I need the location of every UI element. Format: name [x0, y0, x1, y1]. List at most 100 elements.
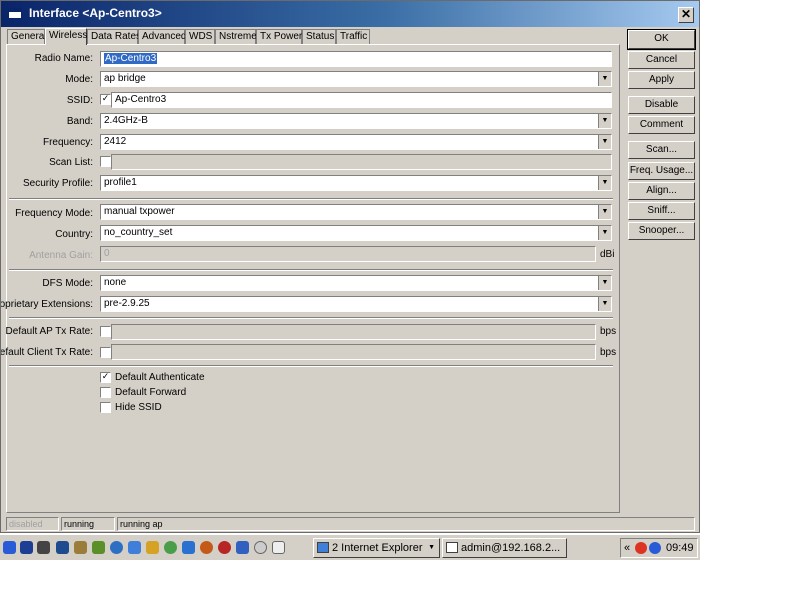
quicklaunch-people-icon[interactable] — [182, 541, 195, 554]
quicklaunch-app-icon[interactable] — [236, 541, 249, 554]
tray-expand-button[interactable]: « — [624, 539, 630, 557]
quicklaunch-browser-icon[interactable] — [3, 541, 16, 554]
divider — [9, 365, 613, 367]
radio-name-label: Radio Name: — [34, 53, 93, 64]
quicklaunch-download-icon[interactable] — [56, 541, 69, 554]
chevron-down-icon: ▼ — [598, 114, 611, 128]
clock[interactable]: 09:49 — [666, 539, 694, 557]
quicklaunch-tool-icon[interactable] — [74, 541, 87, 554]
quicklaunch-firefox-icon[interactable] — [200, 541, 213, 554]
band-label: Band: — [66, 116, 93, 127]
tab-status[interactable]: Status — [302, 29, 336, 44]
default-client-tx-rate-label: Default Client Tx Rate: — [0, 347, 93, 358]
apply-button[interactable]: Apply — [628, 71, 695, 89]
dfs-mode-label: DFS Mode: — [42, 278, 93, 289]
taskbar: 2 Internet Explorer ▼ admin@192.168.2...… — [0, 534, 700, 560]
mode-select[interactable]: ap bridge ▼ — [100, 71, 612, 87]
divider — [9, 269, 613, 271]
align-button[interactable]: Align... — [628, 182, 695, 200]
ssid-input[interactable]: Ap-Centro3 — [111, 92, 612, 108]
tab-traffic[interactable]: Traffic — [336, 29, 370, 44]
taskbar-terminal-button[interactable]: admin@192.168.2... — [442, 538, 567, 558]
window-app-icon — [8, 8, 22, 19]
quicklaunch-messenger-icon[interactable] — [164, 541, 177, 554]
freq-usage-button[interactable]: Freq. Usage... — [628, 162, 695, 180]
interface-window: Interface <Ap-Centro3> ✕ General Wireles… — [0, 0, 700, 533]
divider — [9, 317, 613, 319]
disable-button[interactable]: Disable — [628, 96, 695, 114]
window-icon — [446, 542, 458, 553]
chevron-down-icon: ▼ — [598, 176, 611, 190]
quicklaunch-clock-icon[interactable] — [254, 541, 267, 554]
default-authenticate-label: Default Authenticate — [115, 372, 205, 383]
ssid-checkbox[interactable]: ✓ — [100, 94, 111, 105]
chevron-down-icon: ▼ — [598, 135, 611, 149]
default-ap-tx-rate-input[interactable] — [111, 324, 596, 340]
band-select[interactable]: 2.4GHz-B ▼ — [100, 113, 612, 129]
tab-advanced[interactable]: Advanced — [138, 29, 186, 44]
antenna-gain-label: Antenna Gain: — [29, 250, 93, 261]
tab-data-rates[interactable]: Data Rates — [87, 29, 141, 44]
tab-wireless[interactable]: Wireless — [45, 28, 87, 45]
scan-button[interactable]: Scan... — [628, 141, 695, 159]
chevron-down-icon: ▼ — [598, 72, 611, 86]
security-profile-select[interactable]: profile1 ▼ — [100, 175, 612, 191]
title-bar[interactable]: Interface <Ap-Centro3> ✕ — [1, 1, 699, 27]
chevron-down-icon: ▼ — [428, 544, 435, 551]
proprietary-extensions-label: Proprietary Extensions: — [0, 299, 93, 310]
mode-label: Mode: — [65, 74, 93, 85]
status-disabled: disabled — [6, 517, 59, 531]
window-title: Interface <Ap-Centro3> — [29, 6, 162, 20]
default-client-tx-rate-checkbox[interactable] — [100, 347, 111, 358]
quicklaunch-ie-icon[interactable] — [128, 541, 141, 554]
radio-name-input[interactable]: Ap-Centro3 — [100, 51, 612, 67]
quicklaunch-media-icon[interactable] — [218, 541, 231, 554]
taskbar-ie-group-button[interactable]: 2 Internet Explorer ▼ — [313, 538, 440, 558]
chevron-down-icon: ▼ — [598, 276, 611, 290]
security-icon[interactable] — [649, 542, 661, 554]
tab-tx-power[interactable]: Tx Power — [256, 29, 302, 44]
country-select[interactable]: no_country_set ▼ — [100, 225, 612, 241]
comment-button[interactable]: Comment — [628, 116, 695, 134]
default-forward-label: Default Forward — [115, 387, 187, 398]
ie-icon — [317, 542, 329, 553]
close-button[interactable]: ✕ — [678, 7, 694, 23]
sniff-button[interactable]: Sniff... — [628, 202, 695, 220]
network-status-icon[interactable] — [635, 542, 647, 554]
default-client-tx-rate-input[interactable] — [111, 344, 596, 360]
quicklaunch-globe-icon[interactable] — [110, 541, 123, 554]
default-client-tx-rate-unit: bps — [600, 347, 617, 358]
quicklaunch-plant-icon[interactable] — [92, 541, 105, 554]
divider — [9, 198, 613, 200]
frequency-select[interactable]: 2412 ▼ — [100, 134, 612, 150]
hide-ssid-checkbox[interactable] — [100, 402, 111, 413]
tab-nstreme[interactable]: Nstreme — [215, 29, 257, 44]
tab-general[interactable]: General — [7, 29, 47, 44]
default-authenticate-checkbox[interactable]: ✓ — [100, 372, 111, 383]
default-ap-tx-rate-label: Default AP Tx Rate: — [5, 326, 93, 337]
scan-list-input[interactable] — [111, 154, 612, 170]
ok-button[interactable]: OK — [627, 29, 696, 50]
chevron-down-icon: ▼ — [598, 205, 611, 219]
quicklaunch-smiley-icon[interactable] — [146, 541, 159, 554]
security-profile-label: Security Profile: — [22, 178, 93, 189]
frequency-label: Frequency: — [42, 137, 93, 148]
quicklaunch-terminal-icon[interactable] — [37, 541, 50, 554]
quicklaunch-network-icon[interactable] — [20, 541, 33, 554]
scan-list-checkbox[interactable] — [100, 156, 111, 167]
default-ap-tx-rate-unit: bps — [600, 326, 617, 337]
default-forward-checkbox[interactable] — [100, 387, 111, 398]
quicklaunch-desktop-icon[interactable] — [272, 541, 285, 554]
default-ap-tx-rate-checkbox[interactable] — [100, 326, 111, 337]
dfs-mode-select[interactable]: none ▼ — [100, 275, 612, 291]
tab-wds[interactable]: WDS — [185, 29, 215, 44]
snooper-button[interactable]: Snooper... — [628, 222, 695, 240]
frequency-mode-label: Frequency Mode: — [15, 208, 93, 219]
chevron-down-icon: ▼ — [598, 226, 611, 240]
proprietary-extensions-select[interactable]: pre-2.9.25 ▼ — [100, 296, 612, 312]
cancel-button[interactable]: Cancel — [628, 51, 695, 69]
frequency-mode-select[interactable]: manual txpower ▼ — [100, 204, 612, 220]
antenna-gain-input: 0 — [100, 246, 596, 262]
chevron-down-icon: ▼ — [598, 297, 611, 311]
country-label: Country: — [55, 229, 93, 240]
